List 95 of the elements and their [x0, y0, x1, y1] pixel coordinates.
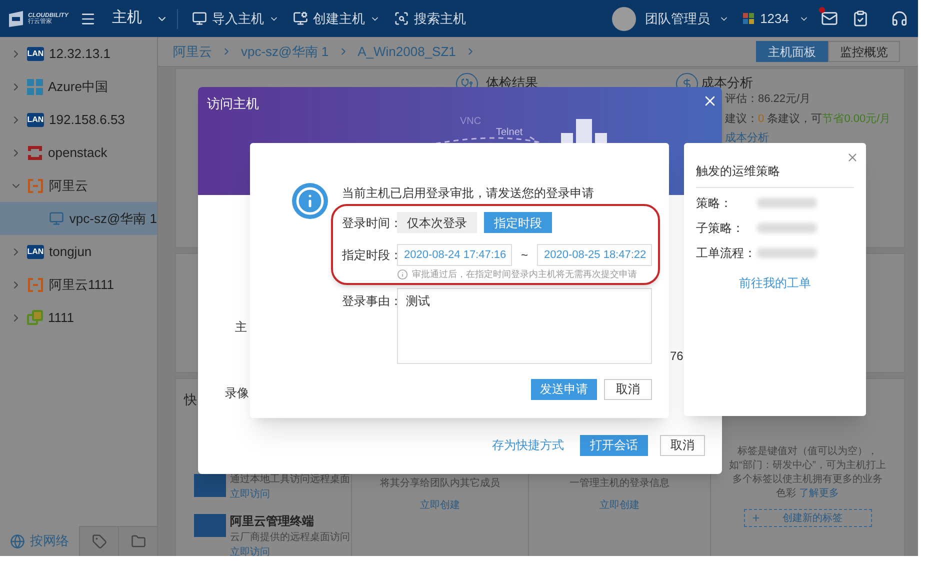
menu-icon[interactable] [80, 10, 96, 26]
tree-item[interactable]: 阿里云1111 [0, 268, 157, 301]
menu-button[interactable]: 创建主机 [286, 0, 387, 37]
open-session-button[interactable]: 打开会话 [580, 434, 648, 456]
cancel-button[interactable]: 取消 [604, 378, 652, 400]
windows-icon [27, 78, 43, 94]
tree-label: vpc-sz@华南 1 [69, 210, 157, 228]
start-time-field[interactable]: 2020-08-24 17:47:16 [397, 244, 512, 266]
item-title: 阿里云管理终端 [230, 512, 315, 530]
blurred-value [757, 223, 817, 233]
tree-item[interactable]: 1111 [0, 301, 157, 334]
my-tickets-link[interactable]: 前往我的工单 [739, 274, 811, 292]
hint-text: 审批通过后，在指定时间登录内主机将无需再次提交申请 [412, 268, 637, 281]
field-label: 子策略： [696, 220, 745, 237]
openstack-icon [27, 144, 43, 160]
tree-item[interactable]: openstack [0, 136, 157, 169]
bracket-icon [27, 178, 44, 192]
bracket-icon [27, 278, 44, 292]
view-tab[interactable]: 主机面板 [756, 41, 828, 62]
field-label: 工单流程： [696, 245, 757, 262]
avatar[interactable] [612, 6, 636, 30]
menu-button[interactable]: 搜索主机 [387, 0, 473, 37]
thumbnail [194, 474, 226, 496]
option-button[interactable]: 指定时段 [484, 212, 552, 233]
plus-icon [750, 513, 760, 523]
monitor-icon [293, 11, 308, 26]
globe-icon [10, 534, 26, 548]
cancel-button[interactable]: 取消 [660, 434, 705, 456]
folder-icon [130, 534, 146, 549]
item-description: 云厂商提供的远程桌面访问 [230, 530, 350, 544]
card-title: 快 [184, 391, 197, 409]
thumbnail [194, 514, 226, 536]
user-name[interactable]: 团队管理员 [645, 8, 710, 28]
cost-estimate: 评估：86.22元/月 [725, 92, 812, 107]
field-value: 76 [670, 348, 684, 365]
close-icon[interactable] [846, 151, 859, 164]
field-label: 录像 [225, 385, 249, 402]
field-label: 主 [235, 319, 247, 336]
tag-icon [92, 534, 107, 549]
popover-title: 触发的运维策略 [696, 162, 854, 188]
approval-message: 当前主机已启用登录审批，请发送您的登录申请 [342, 186, 594, 200]
tags-description: 标签是键值对（值可以为空），如“部门：研发中心”，可为主机打上多个标签以使主机拥有更多的业务色彩 了解更多 [729, 445, 886, 501]
windows-icon [743, 13, 754, 24]
field-label: 登录事由： [342, 292, 397, 310]
column-description: 将其分享给团队内其它成员 [380, 476, 500, 491]
tree-label: openstack [48, 144, 108, 162]
dialog-title: 访问主机 [207, 95, 259, 113]
tree-label: 12.32.13.1 [49, 44, 110, 63]
info-icon [397, 269, 408, 280]
field-label: 策略： [696, 195, 733, 212]
lan-icon: LAN [27, 112, 44, 126]
view-tab[interactable]: 监控概览 [828, 41, 900, 62]
end-time-field[interactable]: 2020-08-25 18:47:22 [537, 244, 652, 266]
item-description: 通过本地工具访问远程桌面 [230, 472, 350, 486]
tree-label: Azure中国 [48, 78, 108, 96]
range-separator: ~ [520, 247, 529, 264]
org-name[interactable]: 1234 [760, 8, 789, 28]
tree-item[interactable]: Azure中国 [0, 70, 157, 103]
reason-field[interactable]: 测试 [397, 288, 652, 364]
option-button[interactable]: 仅本次登录 [397, 212, 477, 233]
tree-item[interactable]: LAN 192.158.6.53 [0, 103, 157, 136]
mail-icon[interactable] [821, 10, 838, 27]
lan-icon: LAN [27, 244, 44, 258]
save-shortcut-link[interactable]: 存为快捷方式 [492, 436, 564, 454]
info-icon [292, 183, 328, 219]
monitor-icon [49, 211, 64, 226]
squares-icon [27, 310, 43, 326]
tree-label: 阿里云 [49, 176, 88, 195]
tree-item[interactable]: 阿里云 [0, 169, 157, 202]
cost-suggestion: 建议：0 条建议，可节省0.00元/月 [725, 112, 892, 126]
tree-label: tongjun [49, 242, 92, 261]
blurred-value [757, 198, 817, 208]
sidebar-tab[interactable] [118, 526, 157, 556]
clipboard-icon[interactable] [852, 10, 869, 27]
headset-icon[interactable] [891, 10, 908, 27]
tree-item[interactable]: LAN tongjun [0, 235, 157, 268]
blurred-value [757, 248, 817, 258]
protocol-label: VNC [460, 115, 482, 129]
field-label: 指定时段： [342, 247, 397, 264]
tree-label: 1111 [48, 308, 74, 327]
tree-label: 阿里云1111 [49, 276, 114, 294]
search-icon [394, 11, 409, 26]
protocol-label: Telnet [496, 127, 523, 139]
field-label: 登录时间： [342, 214, 397, 232]
lan-icon: LAN [27, 46, 44, 60]
tree-item[interactable]: LAN 12.32.13.1 [0, 37, 157, 70]
column-description: 一管理主机的登录信息 [570, 476, 670, 491]
sidebar-tab[interactable] [79, 526, 118, 556]
logo-icon [7, 10, 25, 28]
monitor-icon [192, 11, 207, 26]
tree-item[interactable]: vpc-sz@华南 1 [0, 202, 157, 235]
send-request-button[interactable]: 发送申请 [531, 378, 597, 400]
tree-label: 192.158.6.53 [49, 110, 125, 129]
menu-button[interactable]: 导入主机 [185, 0, 286, 37]
module-title: 主机 [112, 8, 142, 28]
